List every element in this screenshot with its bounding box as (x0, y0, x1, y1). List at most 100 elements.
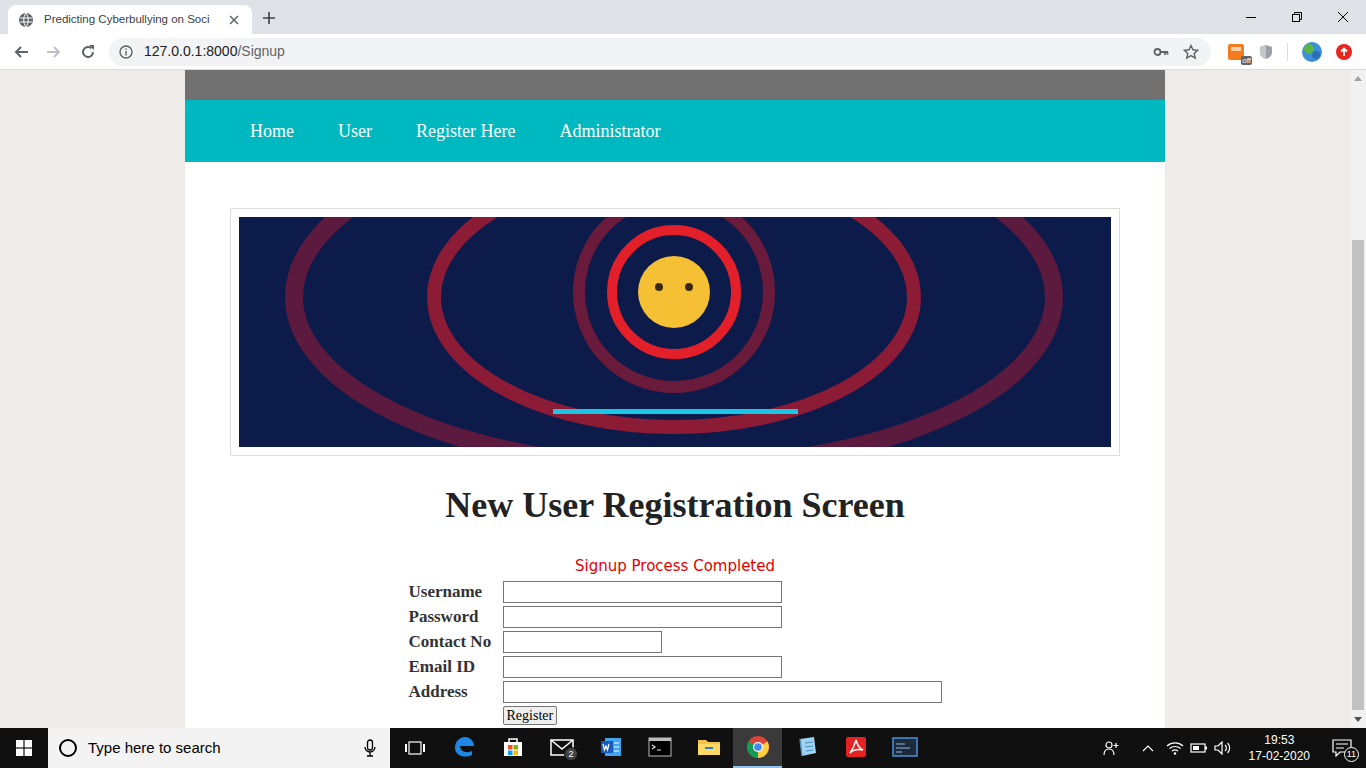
wifi-icon[interactable] (1163, 728, 1187, 768)
page-heading: New User Registration Screen (185, 484, 1165, 526)
register-button[interactable]: Register (503, 706, 558, 725)
field-label: Address (409, 679, 503, 705)
task-view-icon[interactable] (390, 728, 439, 768)
forward-icon (39, 37, 69, 67)
banner-image (239, 217, 1111, 447)
taskbar-app[interactable] (635, 728, 684, 768)
toolbar-divider (1287, 43, 1288, 61)
window-controls (1228, 0, 1366, 34)
nav-bar: Home User Register Here Administrator (185, 100, 1165, 162)
acrobat-icon (843, 734, 869, 760)
address-bar[interactable]: 127.0.0.1:8000/Signup (109, 38, 1211, 66)
update-icon[interactable] (1330, 38, 1358, 66)
tab-title: Predicting Cyberbullying on Soci (44, 11, 216, 28)
banner-frame (230, 208, 1120, 456)
extension-badge: off (1241, 56, 1252, 65)
taskbar-app[interactable]: 2 (537, 728, 586, 768)
database-icon (892, 734, 918, 760)
field-input[interactable] (503, 581, 782, 603)
browser-toolbar: 127.0.0.1:8000/Signup off (0, 34, 1366, 70)
folder-icon (696, 734, 722, 760)
field-input[interactable] (503, 681, 942, 703)
field-input[interactable] (503, 631, 662, 653)
scroll-track[interactable] (1350, 86, 1366, 712)
scroll-down-icon[interactable] (1350, 712, 1366, 728)
show-hidden-icons-icon[interactable] (1133, 728, 1163, 768)
form-row: Email ID (409, 654, 942, 679)
clock-date: 17-02-2020 (1249, 748, 1310, 764)
form-row: Address (409, 679, 942, 704)
field-label: Username (409, 579, 503, 605)
clock[interactable]: 19:5317-02-2020 (1241, 732, 1318, 764)
star-icon[interactable] (1180, 41, 1202, 63)
close-window-icon[interactable] (1320, 0, 1366, 34)
page-column: Home User Register Here Administrator New Us… (185, 70, 1165, 728)
top-bar (185, 70, 1165, 100)
signup-form: UsernamePasswordContact NoEmail IDAddres… (409, 579, 942, 725)
nav-link[interactable]: Home (250, 118, 294, 145)
minimize-icon[interactable] (1228, 0, 1274, 34)
form-row: Contact No (409, 629, 942, 654)
url-path: /Signup (237, 43, 284, 59)
field-label: Contact No (409, 629, 503, 655)
avatar-icon[interactable] (1298, 38, 1326, 66)
notification-badge: 11 (1344, 747, 1359, 762)
field-label: Email ID (409, 654, 503, 680)
taskbar-app[interactable] (880, 728, 929, 768)
battery-icon[interactable] (1187, 728, 1211, 768)
taskbar: Type here to search 2 19:5317-02-2020 11 (0, 728, 1366, 768)
store-icon (500, 734, 526, 760)
reload-icon[interactable] (73, 37, 103, 67)
field-input[interactable] (503, 656, 782, 678)
word-icon (598, 734, 624, 760)
field-label: Password (409, 604, 503, 630)
scroll-thumb[interactable] (1352, 240, 1364, 710)
shield-icon[interactable] (1253, 39, 1279, 65)
url-host: 127.0.0.1:8000 (144, 43, 237, 59)
new-tab-icon[interactable] (256, 5, 282, 31)
close-tab-icon[interactable] (226, 12, 242, 28)
windows-start-icon[interactable] (0, 728, 48, 768)
status-message: Signup Process Completed (185, 556, 1165, 576)
info-icon[interactable] (118, 44, 134, 60)
taskbar-app[interactable] (831, 728, 880, 768)
back-icon[interactable] (6, 37, 36, 67)
taskbar-app[interactable] (684, 728, 733, 768)
taskbar-search[interactable]: Type here to search (48, 728, 390, 768)
extension-button[interactable]: off (1223, 39, 1249, 65)
form-row: Username (409, 579, 942, 604)
nav-link[interactable]: Administrator (559, 118, 660, 145)
edge-icon (451, 734, 477, 760)
tab-strip: Predicting Cyberbullying on Soci (0, 0, 1366, 34)
nav-link[interactable]: Register Here (416, 118, 515, 145)
field-input[interactable] (503, 606, 782, 628)
terminal-icon (647, 734, 673, 760)
taskbar-app[interactable] (733, 728, 782, 768)
clock-time: 19:53 (1264, 732, 1294, 748)
volume-icon[interactable] (1211, 728, 1235, 768)
form-row: Password (409, 604, 942, 629)
action-center[interactable]: 11 (1318, 728, 1366, 768)
button-row: Register (409, 706, 942, 725)
url-text[interactable]: 127.0.0.1:8000/Signup (144, 41, 285, 62)
page: Home User Register Here Administrator New Us… (0, 70, 1350, 728)
taskbar-app[interactable] (488, 728, 537, 768)
microphone-icon[interactable] (362, 738, 378, 758)
restore-icon[interactable] (1274, 0, 1320, 34)
globe-icon (18, 12, 34, 28)
browser-tab[interactable]: Predicting Cyberbullying on Soci (8, 5, 252, 34)
scrollbar[interactable] (1350, 70, 1366, 728)
viewport: Home User Register Here Administrator New Us… (0, 70, 1366, 728)
key-icon[interactable] (1150, 41, 1172, 63)
taskbar-app[interactable] (439, 728, 488, 768)
taskbar-app[interactable] (586, 728, 635, 768)
search-circle-icon (58, 738, 78, 758)
search-placeholder[interactable]: Type here to search (88, 737, 362, 760)
notebook-icon (794, 734, 820, 760)
scroll-up-icon[interactable] (1350, 70, 1366, 86)
taskbar-app[interactable] (782, 728, 831, 768)
nav-link[interactable]: User (338, 118, 372, 145)
people-icon[interactable] (1097, 728, 1127, 768)
chrome-icon (745, 734, 771, 760)
app-badge: 2 (564, 747, 578, 761)
